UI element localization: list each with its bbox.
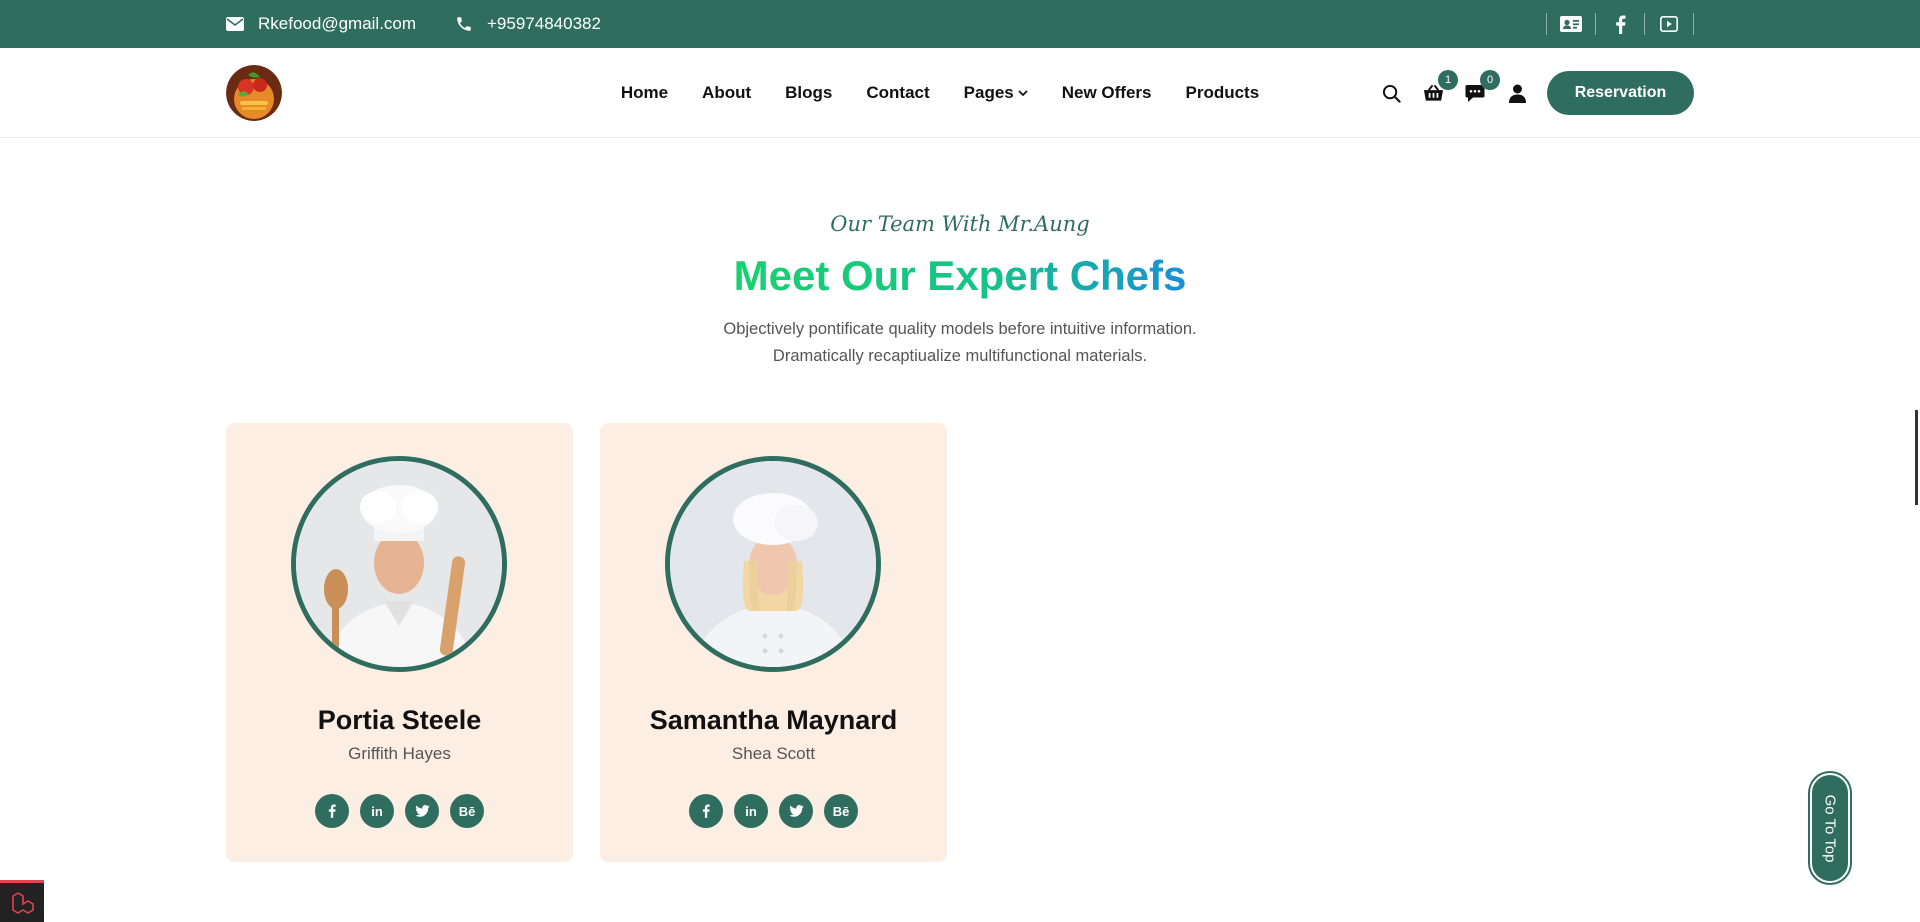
- phone-icon: [457, 17, 471, 31]
- cart-icon[interactable]: 1: [1422, 70, 1458, 104]
- section-desc-line1: Objectively pontificate quality models b…: [723, 320, 1197, 338]
- facebook-icon[interactable]: [315, 794, 349, 828]
- chat-badge: 0: [1480, 70, 1500, 90]
- divider: [1693, 13, 1694, 35]
- section-desc-line2: Dramatically recaptiualize multifunction…: [772, 347, 1148, 365]
- chef-role: Shea Scott: [731, 744, 816, 763]
- topbar-email[interactable]: Rkefood@gmail.com: [226, 0, 416, 48]
- behance-label: Bē: [458, 803, 476, 819]
- linkedin-icon[interactable]: in: [360, 794, 394, 828]
- nav-contact[interactable]: Contact: [866, 83, 929, 103]
- envelope-icon: [226, 17, 244, 31]
- phone-text: +95974840382: [487, 14, 601, 33]
- reservation-button[interactable]: Reservation: [1547, 71, 1694, 115]
- chef-name: Portia Steele: [317, 705, 482, 735]
- main-header: Home About Blogs Contact Pages New Offer…: [0, 48, 1920, 138]
- youtube-icon[interactable]: [1645, 0, 1693, 48]
- page-scrollbar[interactable]: [1915, 410, 1918, 505]
- section-title: Meet Our Expert Chefs: [0, 252, 1920, 300]
- chevron-down-icon: [1018, 89, 1028, 96]
- id-card-icon[interactable]: [1547, 0, 1595, 48]
- nav-new-offers[interactable]: New Offers: [1062, 83, 1152, 103]
- top-bar: Rkefood@gmail.com +95974840382: [0, 0, 1920, 48]
- nav-blogs[interactable]: Blogs: [785, 83, 832, 103]
- linkedin-label: in: [745, 803, 757, 819]
- go-to-top-button[interactable]: Go To Top: [1810, 773, 1850, 883]
- chef-card: Portia Steele Griffith Hayes in Bē: [226, 423, 573, 862]
- behance-icon[interactable]: Bē: [450, 794, 484, 828]
- linkedin-icon[interactable]: in: [734, 794, 768, 828]
- chef-social: in Bē: [600, 794, 947, 828]
- chef-role: Griffith Hayes: [348, 744, 451, 763]
- nav-pages[interactable]: Pages: [964, 83, 1028, 103]
- behance-icon[interactable]: Bē: [824, 794, 858, 828]
- section-description: Objectively pontificate quality models b…: [0, 316, 1920, 370]
- topbar-phone[interactable]: +95974840382: [455, 0, 601, 48]
- email-text: Rkefood@gmail.com: [258, 14, 417, 33]
- laravel-debug-icon[interactable]: [0, 880, 44, 922]
- user-icon[interactable]: [1506, 82, 1528, 104]
- search-icon[interactable]: [1380, 82, 1402, 104]
- chef-avatar: [665, 456, 881, 672]
- twitter-icon[interactable]: [405, 794, 439, 828]
- facebook-icon[interactable]: [689, 794, 723, 828]
- header-icons: 1 0: [1380, 48, 1528, 138]
- facebook-icon[interactable]: [1596, 0, 1644, 48]
- chef-social: in Bē: [226, 794, 573, 828]
- go-to-top-label: Go To Top: [1821, 794, 1839, 862]
- nav-pages-label: Pages: [963, 83, 1014, 102]
- chef-name: Samantha Maynard: [649, 705, 898, 735]
- chat-icon[interactable]: 0: [1464, 70, 1500, 104]
- linkedin-label: in: [371, 803, 383, 819]
- nav-products[interactable]: Products: [1186, 83, 1260, 103]
- chef-card: Samantha Maynard Shea Scott in Bē: [600, 423, 947, 862]
- chef-avatar: [291, 456, 507, 672]
- nav-home[interactable]: Home: [621, 83, 668, 103]
- nav-about[interactable]: About: [702, 83, 751, 103]
- site-logo[interactable]: [226, 65, 282, 121]
- twitter-icon[interactable]: [779, 794, 813, 828]
- cart-badge: 1: [1438, 70, 1458, 90]
- topbar-social: [1546, 0, 1694, 48]
- behance-label: Bē: [832, 803, 850, 819]
- section-subtitle: Our Team With Mr.Aung: [830, 212, 1090, 236]
- section-title-text: Meet Our Expert Chefs: [733, 252, 1187, 299]
